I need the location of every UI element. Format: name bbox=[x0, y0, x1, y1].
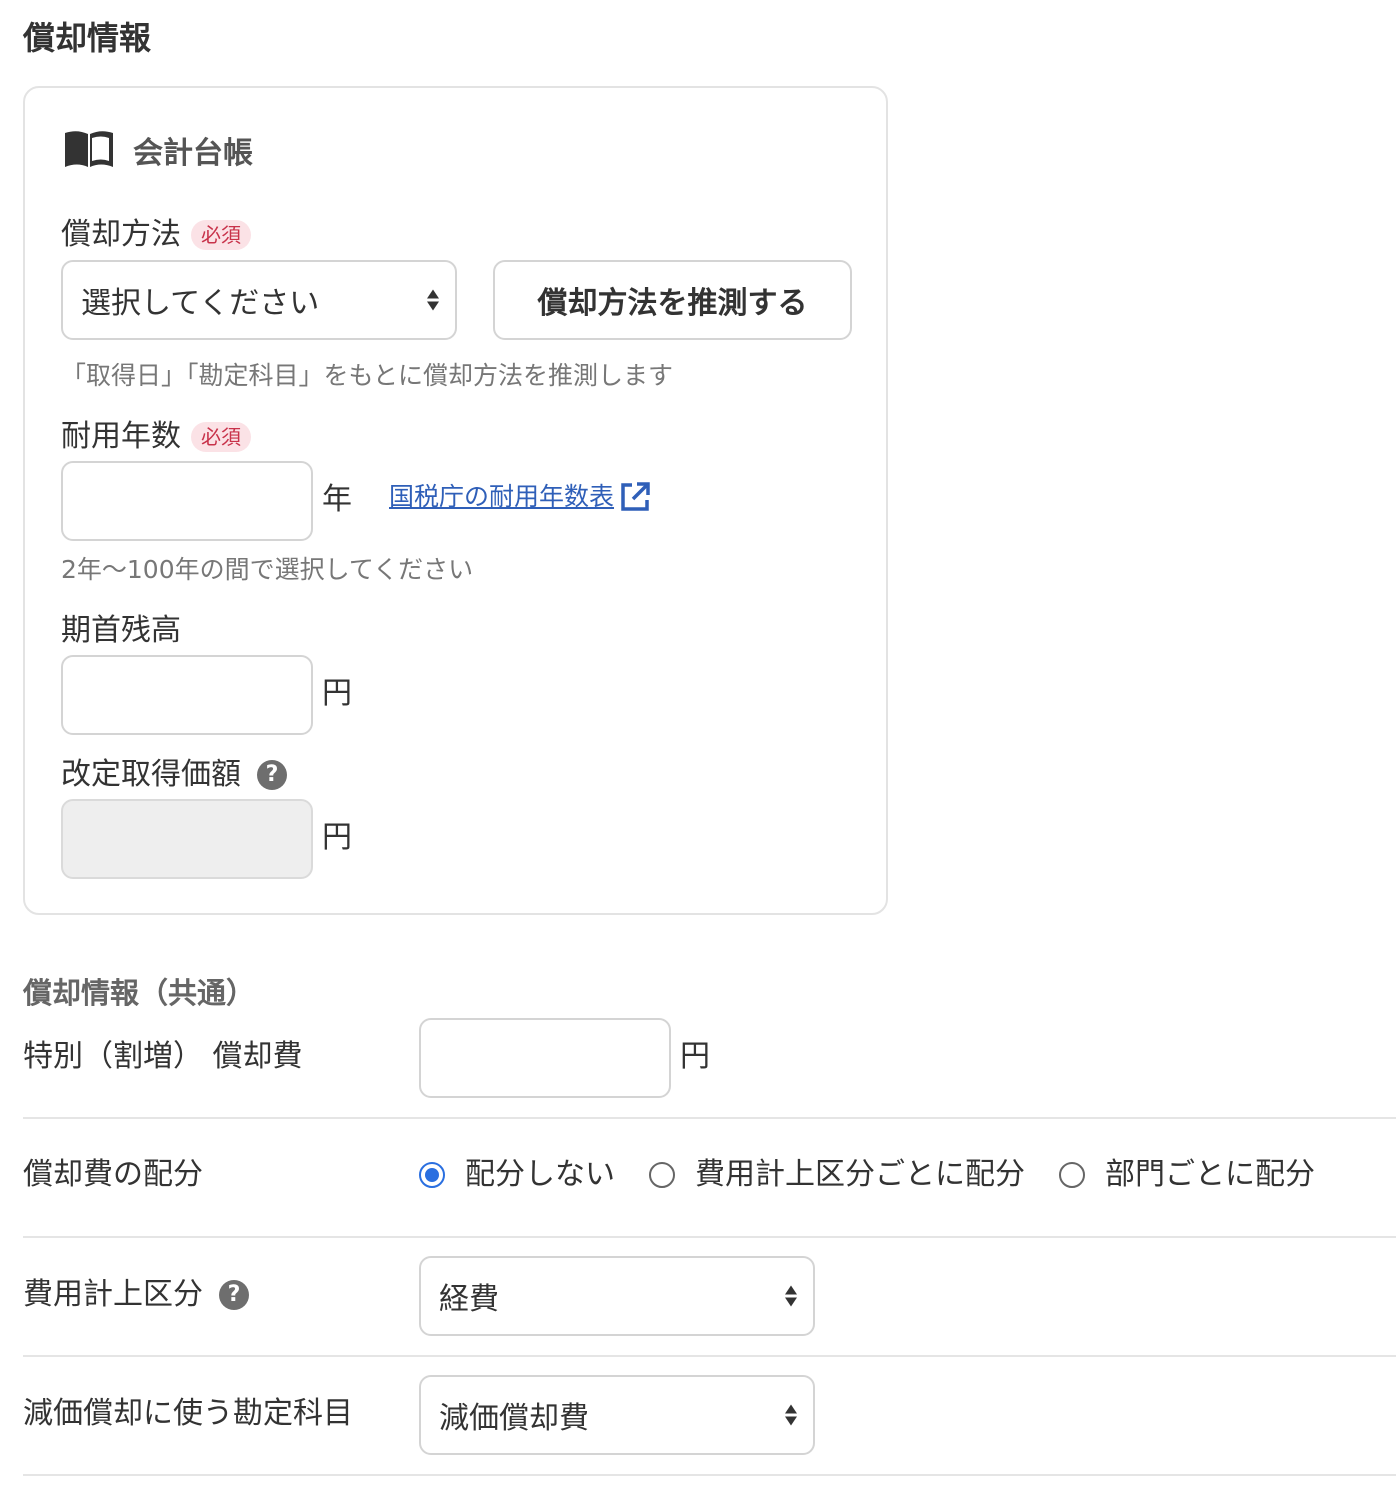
radio-no-allocation[interactable]: 配分しない bbox=[419, 1155, 615, 1195]
required-badge: 必須 bbox=[191, 220, 251, 250]
select-arrows-icon bbox=[785, 1404, 797, 1426]
ledger-card: 会計台帳 償却方法 必須 選択してください 償却方法を推測する 「取得日」「勘定… bbox=[23, 86, 888, 915]
divider bbox=[23, 1236, 1396, 1238]
radio-label: 費用計上区分ごとに配分 bbox=[695, 1157, 1025, 1192]
divider bbox=[23, 1355, 1396, 1357]
nta-useful-life-link[interactable]: 国税庁の耐用年数表 bbox=[389, 479, 652, 515]
card-title: 会計台帳 bbox=[133, 136, 253, 171]
select-arrows-icon bbox=[785, 1285, 797, 1307]
infer-method-button[interactable]: 償却方法を推測する bbox=[493, 260, 852, 340]
special-depreciation-unit: 円 bbox=[680, 1039, 710, 1074]
useful-life-label: 耐用年数 必須 bbox=[61, 417, 251, 457]
revised-cost-label: 改定取得価額 ? bbox=[61, 755, 287, 795]
radio-checked-icon[interactable] bbox=[419, 1162, 445, 1188]
revised-cost-label-text: 改定取得価額 bbox=[61, 757, 241, 792]
expense-category-select[interactable]: 経費 bbox=[419, 1256, 815, 1336]
external-link-icon bbox=[621, 482, 650, 511]
help-icon[interactable]: ? bbox=[257, 760, 287, 790]
help-icon[interactable]: ? bbox=[219, 1280, 249, 1310]
method-select-value: 選択してください bbox=[81, 286, 320, 321]
method-select[interactable]: 選択してください bbox=[61, 260, 457, 340]
method-help: 「取得日」「勘定科目」をもとに償却方法を推測します bbox=[61, 361, 674, 390]
method-label: 償却方法 必須 bbox=[61, 215, 251, 255]
radio-label: 部門ごとに配分 bbox=[1105, 1157, 1315, 1192]
select-arrows-icon bbox=[427, 289, 439, 311]
radio-unchecked-icon[interactable] bbox=[649, 1162, 675, 1188]
page-title: 償却情報 bbox=[23, 19, 152, 57]
useful-life-input[interactable] bbox=[61, 461, 313, 541]
expense-category-label: 費用計上区分 ? bbox=[23, 1275, 249, 1315]
required-badge: 必須 bbox=[191, 422, 251, 452]
method-label-text: 償却方法 bbox=[61, 217, 181, 252]
expense-category-label-text: 費用計上区分 bbox=[23, 1277, 203, 1312]
expense-category-value: 経費 bbox=[439, 1282, 499, 1317]
radio-by-department[interactable]: 部門ごとに配分 bbox=[1059, 1155, 1315, 1195]
account-label: 減価償却に使う勘定科目 bbox=[23, 1394, 353, 1434]
radio-unchecked-icon[interactable] bbox=[1059, 1162, 1085, 1188]
special-depreciation-label: 特別（割増） 償却費 bbox=[23, 1037, 303, 1077]
allocation-label: 償却費の配分 bbox=[23, 1155, 203, 1195]
card-header: 会計台帳 bbox=[63, 128, 253, 172]
divider bbox=[23, 1474, 1396, 1476]
useful-life-help: 2年〜100年の間で選択してください bbox=[61, 555, 474, 584]
special-depreciation-label-text: 特別（割増） 償却費 bbox=[23, 1039, 303, 1074]
opening-balance-label: 期首残高 bbox=[61, 611, 181, 651]
allocation-radio-group: 配分しない 費用計上区分ごとに配分 部門ごとに配分 bbox=[419, 1155, 1349, 1195]
opening-balance-unit: 円 bbox=[322, 676, 352, 711]
useful-life-label-text: 耐用年数 bbox=[61, 419, 181, 454]
account-select[interactable]: 減価償却費 bbox=[419, 1375, 815, 1455]
revised-cost-unit: 円 bbox=[322, 820, 352, 855]
account-label-text: 減価償却に使う勘定科目 bbox=[23, 1396, 353, 1431]
account-value: 減価償却費 bbox=[439, 1401, 589, 1436]
divider bbox=[23, 1117, 1396, 1119]
nta-link-text: 国税庁の耐用年数表 bbox=[389, 482, 615, 511]
opening-balance-label-text: 期首残高 bbox=[61, 613, 181, 648]
special-depreciation-input[interactable] bbox=[419, 1018, 671, 1098]
opening-balance-input[interactable] bbox=[61, 655, 313, 735]
radio-by-expense-category[interactable]: 費用計上区分ごとに配分 bbox=[649, 1155, 1025, 1195]
common-section-title: 償却情報（共通） bbox=[23, 976, 256, 1010]
book-icon bbox=[65, 131, 113, 167]
allocation-label-text: 償却費の配分 bbox=[23, 1157, 203, 1192]
radio-label: 配分しない bbox=[465, 1157, 615, 1192]
revised-cost-input bbox=[61, 799, 313, 879]
useful-life-unit: 年 bbox=[322, 482, 352, 517]
